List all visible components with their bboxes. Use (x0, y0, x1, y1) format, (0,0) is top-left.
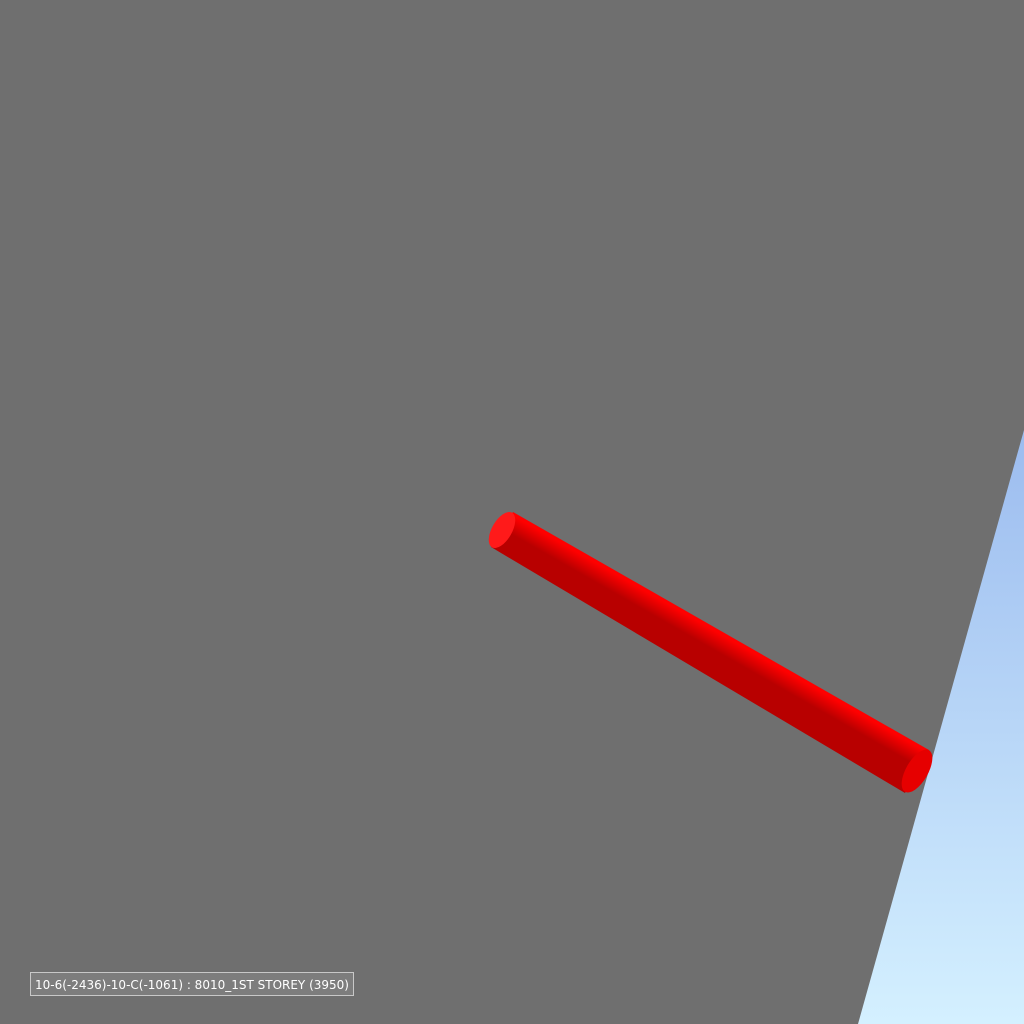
location-status-label: 10-6(-2436)-10-C(-1061) : 8010_1ST STORE… (30, 972, 354, 996)
3d-viewport[interactable]: 10-6(-2436)-10-C(-1061) : 8010_1ST STORE… (0, 0, 1024, 1024)
ground-plane (0, 0, 1024, 1024)
3d-scene[interactable] (0, 0, 1024, 1024)
